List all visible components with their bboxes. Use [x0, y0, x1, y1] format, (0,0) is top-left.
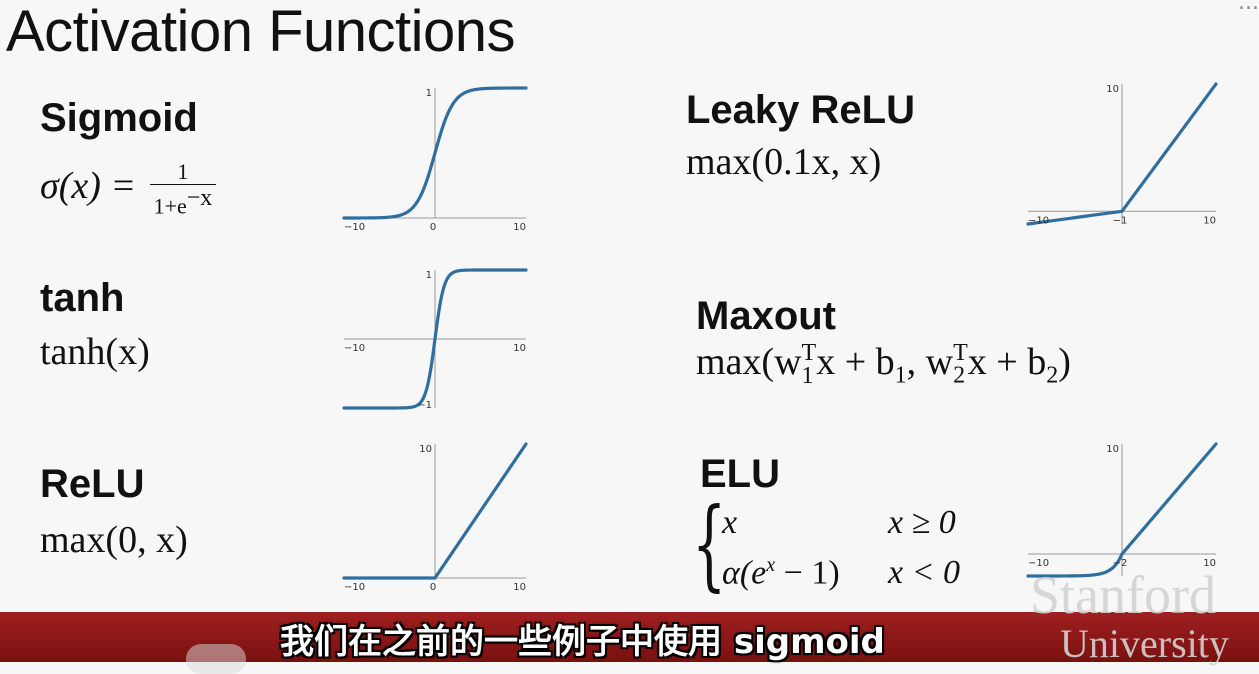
sigmoid-x-tick-label: 10: [513, 222, 526, 233]
relu-y-tick-label: 10: [419, 444, 432, 455]
tanh-plot: −10 10 1 −1: [342, 268, 528, 411]
maxout-part-1: max(w: [696, 341, 802, 383]
sigmoid-name: Sigmoid: [40, 96, 198, 140]
relu-x-tick-label: 0: [430, 582, 436, 593]
tanh-y-tick-label: 1: [426, 270, 432, 281]
tanh-formula: tanh(x): [40, 331, 150, 373]
leaky-relu-name: Leaky ReLU: [686, 88, 915, 132]
maxout-w2-sub: 2: [953, 362, 966, 389]
relu-plot: −10 0 10 10: [342, 442, 528, 593]
elu-row1-expr: x: [722, 504, 737, 542]
tanh-x-tick-label: −10: [344, 343, 365, 354]
watermark-line1: Stanford: [1030, 565, 1216, 625]
sigmoid-x-tick-label: −10: [344, 222, 365, 233]
sigmoid-denominator: 1+e−x: [150, 185, 217, 219]
leaky_relu-x-tick-label: −1: [1113, 215, 1128, 226]
maxout-part-4: x + b: [967, 341, 1047, 383]
tanh-x-tick-label: 10: [513, 343, 526, 354]
stanford-watermark: Stanford University: [1030, 568, 1259, 664]
corner-text: ...: [1238, 0, 1259, 15]
watermark-blob: [186, 644, 246, 674]
elu-row2-expr-b: − 1): [775, 554, 840, 592]
sigmoid-x-tick-label: 0: [430, 222, 436, 233]
leaky_relu-x-tick-label: −10: [1028, 215, 1049, 226]
sigmoid-den-exp: −x: [186, 185, 213, 212]
tanh-name: tanh: [40, 276, 125, 320]
sigmoid-numerator: 1: [149, 159, 217, 186]
elu-row1-cond: x ≥ 0: [888, 504, 956, 542]
relu-name: ReLU: [40, 462, 145, 506]
sigmoid-y-tick-label: 1: [426, 88, 432, 99]
elu-row1-expr-text: x: [722, 504, 738, 541]
sigmoid-formula: σ(x) = 1 1+e−x: [40, 159, 217, 219]
maxout-w1-sub-text: 1: [801, 362, 814, 389]
elu-y-tick-label: 10: [1106, 444, 1119, 455]
slide-title: Activation Functions: [6, 0, 516, 64]
elu-row2-cond: x < 0: [888, 554, 960, 592]
sigmoid-plot: −10 0 10 1: [342, 86, 528, 233]
maxout-w1-sub: 1: [802, 363, 814, 389]
watermark-line2: University: [1060, 621, 1229, 666]
tanh-y-tick-label: −1: [417, 400, 432, 411]
maxout-b2-sub: 2: [1046, 362, 1059, 389]
leaky-relu-formula: max(0.1x, x): [686, 141, 882, 183]
relu-formula: max(0, x): [40, 519, 188, 561]
elu-row2-expr-a: α(e: [722, 554, 767, 592]
maxout-b1-sub: 1: [894, 362, 907, 389]
elu-row2-expr: α(ex − 1): [722, 554, 840, 592]
sigmoid-fraction: 1 1+e−x: [149, 159, 217, 219]
leaky_relu-y-tick-label: 10: [1106, 84, 1119, 95]
maxout-part-2: x + b: [816, 341, 895, 383]
maxout-part-3: , w: [906, 341, 954, 383]
maxout-w2-sup: T: [953, 340, 968, 367]
maxout-formula: max(w1Tx + b1, w2Tx + b2): [696, 340, 1071, 390]
elu-row2-cond-text: x < 0: [888, 554, 961, 591]
maxout-name: Maxout: [696, 294, 836, 338]
sigmoid-lhs: σ(x) =: [40, 165, 146, 208]
sigmoid-den-base: 1+e: [153, 193, 187, 219]
relu-x-tick-label: −10: [344, 582, 365, 593]
elu-row1-cond-text: x ≥ 0: [888, 504, 956, 541]
maxout-part-5: ): [1058, 341, 1071, 383]
video-subtitle: 我们在之前的一些例子中使用 sigmoid: [280, 622, 885, 662]
elu-row2-expr-sup: x: [766, 554, 776, 576]
leaky-relu-plot: −10 −1 10 10: [1026, 82, 1218, 226]
leaky_relu-x-tick-label: 10: [1203, 215, 1216, 226]
relu-x-tick-label: 10: [513, 582, 526, 593]
